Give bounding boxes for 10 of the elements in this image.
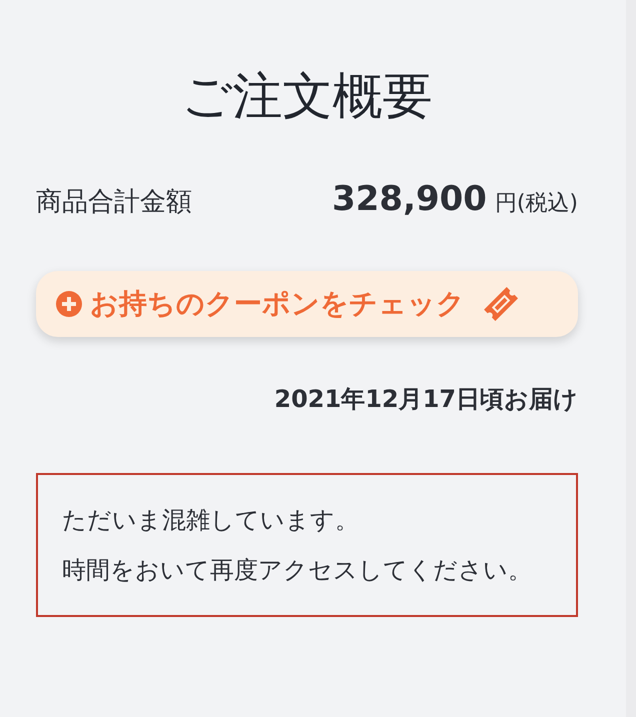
- ticket-icon: [481, 284, 521, 324]
- subtotal-label: 商品合計金額: [36, 186, 192, 219]
- delivery-date: 2021年12月17日頃お届け: [273, 384, 578, 415]
- notice-text: ただいま混雑しています。: [62, 505, 360, 536]
- subtotal-amount: 328,900: [332, 178, 487, 221]
- currency-unit: 円(税込): [494, 190, 578, 218]
- notice-text: 時間をおいて再度アクセスしてください。: [62, 555, 533, 586]
- coupon-button[interactable]: お持ちのクーポンをチェック: [36, 271, 578, 337]
- plus-circle-icon: [56, 291, 82, 317]
- page-title: ご注文概要: [180, 66, 434, 126]
